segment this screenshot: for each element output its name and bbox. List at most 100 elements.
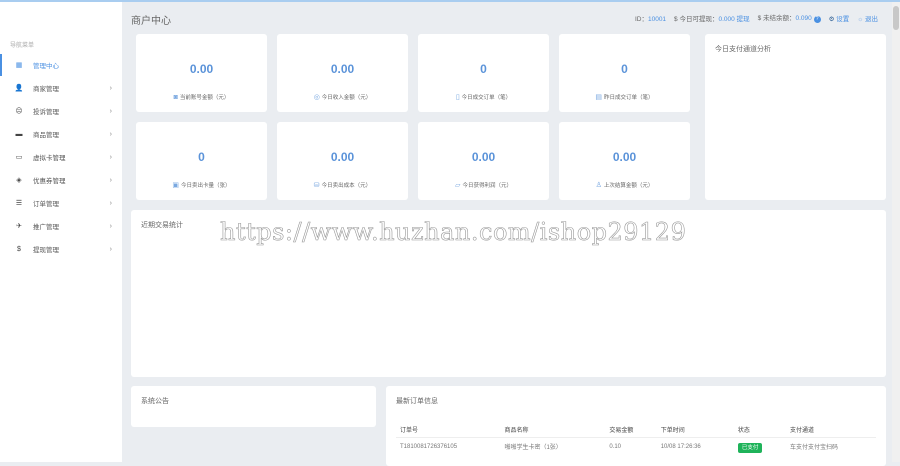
stat-label: 当前账号金额（元） bbox=[179, 95, 230, 101]
chevron-right-icon: › bbox=[109, 176, 112, 184]
channel-analysis-panel: 今日支付通道分析 bbox=[705, 34, 886, 200]
stat-card: 0.00 ▱ 今日获得利润（元） bbox=[418, 122, 549, 200]
cell-channel: 车支付支付宝扫码 bbox=[790, 445, 839, 451]
card-icon: ▭ bbox=[15, 154, 23, 161]
stat-label: 今日获得利润（元） bbox=[462, 183, 512, 189]
order-icon: ☰ bbox=[15, 200, 23, 207]
user-icon: 👤 bbox=[14, 85, 24, 92]
sidebar-item-label: 虚拟卡管理 bbox=[33, 155, 66, 162]
withdraw-link[interactable]: 提现 bbox=[737, 16, 750, 23]
sidebar-item[interactable]: ☰ 订单管理 › bbox=[0, 192, 122, 214]
stat-card: 0.00 ⛁ 今日卖出成本（元） bbox=[277, 122, 408, 200]
withdrawable-label: $ 今日可提现： bbox=[674, 15, 719, 23]
chevron-right-icon: › bbox=[109, 245, 112, 253]
chevron-right-icon: › bbox=[109, 153, 112, 161]
card-icon: ▣ bbox=[172, 182, 180, 189]
stat-value: 0 bbox=[480, 62, 487, 76]
latest-orders-panel: 最新订单信息 订单号 商品名称 交易金额 下单时间 状态 支付通道 T1810081726… bbox=[386, 386, 886, 466]
stat-card: 0 ▣ 今日卖出卡量（张） bbox=[136, 122, 267, 200]
stat-card: 0 ▯ 今日成交订单（笔） bbox=[418, 34, 549, 112]
stat-value: 0.00 bbox=[330, 62, 355, 76]
logout-link[interactable]: ☼ 退出 bbox=[857, 13, 878, 23]
sidebar-item-label: 投诉管理 bbox=[33, 109, 59, 116]
sidebar-item[interactable]: ◈ 优惠券管理 › bbox=[0, 169, 122, 191]
table-row[interactable]: T1810081726376105 啪啪学生卡密（1张） 0.10 10/08 17:… bbox=[396, 438, 876, 456]
stat-card: 0.00 ◙ 当前账号金额（元） bbox=[136, 34, 267, 112]
sidebar-item-label: 订单管理 bbox=[33, 201, 59, 208]
stat-label: 今日卖出卡量（张） bbox=[181, 183, 231, 189]
sidebar-item[interactable]: ▭ 虚拟卡管理 › bbox=[0, 146, 122, 168]
settings-link[interactable]: ⚙ 设置 bbox=[829, 13, 850, 23]
nav-title: 导航菜单 bbox=[10, 43, 35, 49]
unsettled-label: $ 未结余额： bbox=[757, 15, 796, 22]
panel-title: 近期交易统计 bbox=[141, 222, 183, 229]
chevron-right-icon: › bbox=[109, 84, 112, 92]
top-accent-line bbox=[0, 0, 900, 2]
id-label: ID： bbox=[634, 15, 648, 23]
profit-icon: ▱ bbox=[455, 182, 461, 189]
status-badge: 已支付 bbox=[737, 442, 763, 453]
sidebar-item-label: 管理中心 bbox=[33, 63, 59, 70]
income-icon: ◎ bbox=[313, 94, 320, 101]
sidebar-item[interactable]: ▬ 商品管理 › bbox=[0, 123, 122, 145]
stat-value: 0.00 bbox=[612, 150, 637, 164]
stat-label: 上次结算金额（元） bbox=[603, 183, 654, 189]
sidebar-item-label: 推广管理 bbox=[33, 224, 59, 231]
scrollbar[interactable] bbox=[892, 2, 900, 462]
complaint-icon: ☹ bbox=[15, 108, 23, 115]
cell-product: 啪啪学生卡密（1张） bbox=[504, 445, 562, 451]
sidebar-item-label: 商家管理 bbox=[33, 86, 59, 93]
settlement-icon: ♙ bbox=[595, 182, 602, 189]
cell-time: 10/08 17:26:36 bbox=[660, 443, 701, 450]
order-icon: ▯ bbox=[455, 94, 460, 101]
column-header: 状态 bbox=[733, 422, 787, 438]
scrollbar-thumb[interactable] bbox=[893, 6, 899, 30]
panel-title: 今日支付通道分析 bbox=[715, 46, 771, 53]
promote-icon: ✈ bbox=[16, 223, 22, 230]
cell-id: T1810081726376105 bbox=[400, 443, 458, 450]
stat-value: 0.00 bbox=[471, 150, 496, 164]
stat-value: 0.00 bbox=[330, 150, 355, 164]
sidebar-item-label: 优惠券管理 bbox=[33, 178, 66, 185]
sidebar: 导航菜单 ▦ 管理中心 👤 商家管理 › ☹ 投诉管理 › ▬ 商品管理 › ▭ 虚拟卡管理 › ◈ 优惠券管… bbox=[0, 2, 122, 462]
sidebar-item[interactable]: ☹ 投诉管理 › bbox=[0, 100, 122, 122]
stat-value: 0 bbox=[621, 62, 628, 76]
cell-amount: 0.10 bbox=[609, 443, 622, 450]
help-icon[interactable]: ? bbox=[813, 16, 821, 23]
stat-value: 0.00 bbox=[189, 62, 214, 76]
cost-icon: ⛁ bbox=[313, 182, 320, 189]
panel-title: 最新订单信息 bbox=[396, 398, 438, 405]
unsettled-value: 0.090 bbox=[795, 15, 812, 22]
chevron-right-icon: › bbox=[109, 107, 112, 115]
notice-panel: 系统公告 bbox=[131, 386, 376, 427]
wallet-icon: ◙ bbox=[173, 94, 178, 101]
chevron-right-icon: › bbox=[109, 199, 112, 207]
chevron-right-icon: › bbox=[109, 130, 112, 138]
stat-label: 今日卖出成本（元） bbox=[321, 183, 372, 189]
withdrawable-value: 0.000 bbox=[718, 15, 735, 23]
sidebar-item[interactable]: $ 提现管理 › bbox=[0, 238, 122, 260]
stat-card: 0.00 ♙ 上次结算金额（元） bbox=[559, 122, 690, 200]
goods-icon: ▬ bbox=[15, 130, 23, 138]
watermark: https://www.huzhan.com/ishop29129 bbox=[220, 218, 687, 247]
chevron-right-icon: › bbox=[109, 222, 112, 230]
panel-title: 系统公告 bbox=[141, 398, 169, 405]
stat-label: 昨日成交订单（笔） bbox=[604, 95, 654, 101]
sidebar-item[interactable]: 👤 商家管理 › bbox=[0, 77, 122, 99]
stat-value: 0 bbox=[198, 150, 205, 164]
calendar-icon: ▤ bbox=[595, 94, 603, 101]
dollar-icon: $ bbox=[17, 245, 21, 253]
sidebar-item-label: 商品管理 bbox=[33, 132, 59, 139]
logout-icon: ☼ bbox=[857, 15, 864, 23]
sidebar-item[interactable]: ✈ 推广管理 › bbox=[0, 215, 122, 237]
sidebar-item[interactable]: ▦ 管理中心 bbox=[0, 54, 122, 76]
column-header: 订单号 bbox=[396, 422, 501, 438]
page-title: 商户中心 bbox=[131, 16, 171, 27]
dashboard-icon: ▦ bbox=[15, 62, 23, 69]
stat-label: 今日成交订单（笔） bbox=[461, 95, 512, 101]
coupon-icon: ◈ bbox=[16, 177, 22, 184]
column-header: 支付通道 bbox=[786, 422, 876, 438]
column-header: 交易金额 bbox=[605, 422, 657, 438]
column-header: 下单时间 bbox=[656, 422, 734, 438]
gear-icon: ⚙ bbox=[828, 15, 835, 23]
